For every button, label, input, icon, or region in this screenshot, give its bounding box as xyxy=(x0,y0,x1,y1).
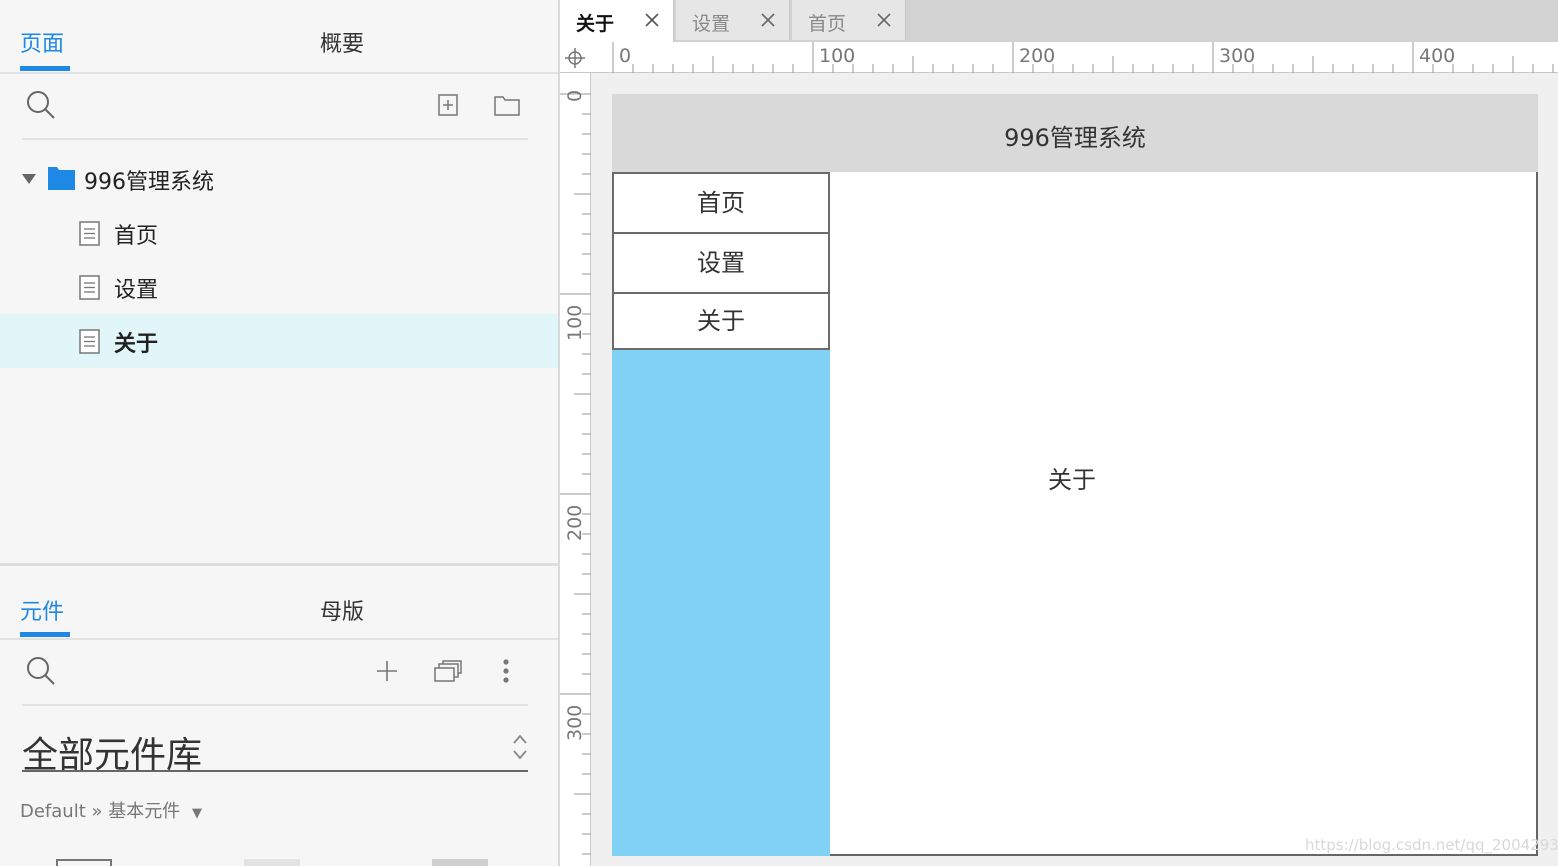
library-stack-icon[interactable] xyxy=(434,660,462,682)
tab-pages[interactable]: 页面 xyxy=(20,26,64,58)
library-select[interactable]: 全部元件库 xyxy=(22,722,528,776)
doc-tab-home[interactable]: 首页 xyxy=(792,0,906,40)
folder-filled-icon xyxy=(48,167,75,190)
close-icon[interactable] xyxy=(759,11,777,29)
ruler-vertical-ticks xyxy=(560,93,591,855)
folder-label: 996管理系统 xyxy=(84,170,214,195)
tree-page-about[interactable]: 关于 xyxy=(0,314,558,368)
widgets-panel-tabs: 元件 母版 xyxy=(0,566,558,640)
triangle-down-icon[interactable] xyxy=(22,174,36,184)
folder-icon[interactable] xyxy=(494,94,520,116)
tab-masters[interactable]: 母版 xyxy=(320,594,364,626)
search-icon[interactable] xyxy=(26,90,56,120)
ruler-label: 100 xyxy=(564,304,586,341)
widgets-toolbar xyxy=(22,640,528,706)
ruler-horizontal[interactable]: 0 100 200 300 400 xyxy=(560,42,1558,73)
more-vertical-icon[interactable] xyxy=(502,658,510,684)
chevron-up-down-icon[interactable] xyxy=(512,732,528,762)
watermark: https://blog.csdn.net/qq_20042935 xyxy=(1305,836,1558,854)
ruler-label: 200 xyxy=(564,504,586,541)
document-tabbar: 关于 设置 首页 xyxy=(560,0,1558,42)
pages-toolbar xyxy=(22,74,528,140)
crosshair-icon[interactable] xyxy=(565,48,585,68)
page-header[interactable]: 996管理系统 xyxy=(612,94,1538,172)
tree-page-settings[interactable]: 设置 xyxy=(0,260,558,314)
nav-item-settings[interactable]: 设置 xyxy=(612,232,830,294)
breadcrumb-label: Default » 基本元件 xyxy=(20,801,181,822)
content-text: 关于 xyxy=(1048,466,1096,494)
add-page-icon[interactable] xyxy=(438,94,458,116)
ruler-label: 100 xyxy=(819,45,856,67)
library-breadcrumb[interactable]: Default » 基本元件 ▼ xyxy=(20,797,202,823)
pages-panel-tabs: 页面 概要 xyxy=(0,0,558,74)
doc-tab-label: 关于 xyxy=(576,13,615,35)
widget-thumb[interactable] xyxy=(56,859,112,866)
ruler-vertical[interactable]: 0 100 200 300 xyxy=(560,73,591,866)
page-label: 关于 xyxy=(114,332,159,357)
search-icon[interactable] xyxy=(26,656,56,686)
ruler-horizontal-ticks xyxy=(612,42,1554,73)
triangle-down-icon[interactable]: ▼ xyxy=(192,806,202,821)
widget-thumb[interactable] xyxy=(432,859,488,866)
page-icon xyxy=(79,221,100,246)
side-nav-panel[interactable]: 首页 设置 关于 xyxy=(612,172,830,856)
page-icon xyxy=(79,329,100,354)
left-panel: 页面 概要 996管理系统 首页 设置 关于 元件 母版 全部元件库 Defau… xyxy=(0,0,558,866)
active-tab-indicator xyxy=(20,66,70,71)
tab-widgets[interactable]: 元件 xyxy=(20,594,64,626)
nav-item-home[interactable]: 首页 xyxy=(612,172,830,234)
ruler-label: 300 xyxy=(1219,45,1256,67)
nav-item-about[interactable]: 关于 xyxy=(612,292,830,350)
active-tab-indicator xyxy=(20,632,70,637)
widget-thumb[interactable] xyxy=(244,859,300,866)
doc-tab-about[interactable]: 关于 xyxy=(560,0,674,42)
ruler-label: 0 xyxy=(619,45,632,67)
tab-outline[interactable]: 概要 xyxy=(320,26,364,58)
library-select-value: 全部元件库 xyxy=(22,735,203,776)
ruler-label: 0 xyxy=(564,89,586,102)
ruler-label: 300 xyxy=(564,704,586,741)
doc-tab-settings[interactable]: 设置 xyxy=(676,0,790,40)
page-label: 首页 xyxy=(114,224,159,249)
ruler-label: 400 xyxy=(1419,45,1456,67)
doc-tab-label: 首页 xyxy=(808,13,847,35)
page-icon xyxy=(79,275,100,300)
plus-icon[interactable] xyxy=(376,660,398,682)
tree-folder-row[interactable]: 996管理系统 xyxy=(0,152,558,206)
page-header-title: 996管理系统 xyxy=(1004,124,1146,152)
tree-page-home[interactable]: 首页 xyxy=(0,206,558,260)
ruler-label: 200 xyxy=(1019,45,1056,67)
close-icon[interactable] xyxy=(875,11,893,29)
page-label: 设置 xyxy=(114,278,159,303)
doc-tab-label: 设置 xyxy=(692,13,731,35)
close-icon[interactable] xyxy=(643,11,661,29)
